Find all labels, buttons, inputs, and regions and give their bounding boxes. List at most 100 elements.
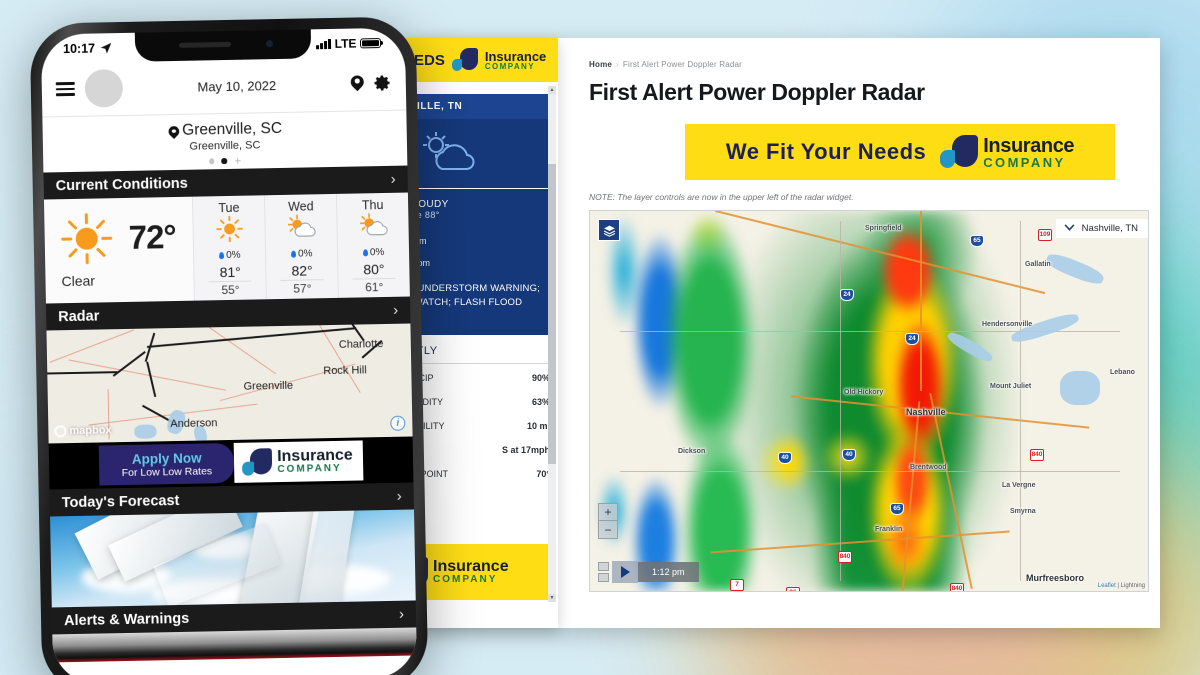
ad-slogan: We Fit Your Needs: [725, 139, 927, 164]
forecast-low: 55°: [208, 280, 253, 298]
ad-brand-name: Insurance: [983, 134, 1075, 157]
page-dot[interactable]: [209, 158, 215, 165]
apply-now-label: Apply Now: [131, 450, 202, 467]
midpage-bottom-brand: Insurance: [433, 558, 509, 575]
forecast-day-tue[interactable]: Tue 0% 81° 55°: [192, 195, 267, 301]
desktop-ad-banner[interactable]: We Fit Your Needs Insurance COMPANY: [685, 124, 1115, 180]
page-dot-active[interactable]: [221, 158, 228, 164]
detail-value: 10 mi: [526, 421, 550, 432]
scrollbar-thumb[interactable]: [548, 164, 556, 464]
route-shield: 840: [838, 551, 852, 563]
signal-bars-icon: [316, 38, 331, 49]
scroll-up-arrow[interactable]: ▲: [548, 86, 556, 94]
avatar[interactable]: [84, 68, 124, 108]
midpage-condition-text: PARTLY CLOUDY: [398, 199, 449, 210]
chevron-right-icon: ›: [390, 170, 396, 188]
phone-radar-map[interactable]: Greenville Charlotte Rock Hill Anderson …: [46, 323, 413, 444]
frame-loop-button[interactable]: [598, 573, 609, 582]
section-title: Radar: [58, 307, 100, 325]
map-label: Anderson: [170, 417, 218, 431]
radar-timestamp: 1:12 pm: [638, 562, 699, 582]
mapbox-attribution[interactable]: mapbox: [54, 424, 112, 438]
midpage-brand: Insurance: [484, 48, 547, 64]
forecast-day-thu[interactable]: Thu 0% 80° 61°: [336, 192, 410, 298]
forecast-high: 80°: [363, 260, 385, 278]
midpage-ad[interactable]: EEDS Insurance COMPANY: [398, 38, 558, 82]
sun-cloud-icon: [266, 213, 338, 247]
hamburger-menu-icon[interactable]: [55, 81, 75, 97]
map-attribution: Leaflet | Lightning: [1098, 583, 1145, 589]
route-shield: 109: [1038, 229, 1052, 241]
zoom-out-button[interactable]: −: [599, 521, 617, 538]
scroll-down-arrow[interactable]: ▼: [548, 594, 556, 602]
map-zoom-controls[interactable]: + −: [598, 503, 618, 539]
network-type: LTE: [334, 36, 357, 51]
radar-city-selector[interactable]: Nashville, TN: [1055, 219, 1148, 238]
midpage-brand-sub: COMPANY: [484, 61, 535, 71]
location-pin-icon: [168, 126, 176, 137]
sun-icon: [194, 214, 266, 248]
midpage-bottom-brand-sub: COMPANY: [433, 574, 498, 585]
midpage-condition: PARTLY CLOUDY Feels like 88°: [398, 189, 552, 230]
map-label: La Vergne: [1002, 482, 1036, 489]
zoom-in-button[interactable]: +: [599, 504, 617, 521]
route-shield: 24: [840, 289, 854, 301]
alerts-video-thumbnail[interactable]: [52, 627, 417, 663]
breadcrumb-home[interactable]: Home: [589, 60, 612, 69]
breadcrumb-separator: ›: [616, 60, 619, 69]
route-shield: 840: [950, 583, 964, 591]
phone-ad-brand-sub: COMPANY: [277, 462, 342, 476]
leaf-logo-icon: [940, 135, 979, 169]
frame-step-button[interactable]: [598, 562, 609, 571]
midpage-scrollbar[interactable]: ▲ ▼: [548, 86, 556, 602]
attribution-rest: | Lightning: [1115, 583, 1145, 589]
current-conditions-panel: 72° Clear Tue 0% 81° 55° Wed 0% 82° 57° Thu 0% 80°…: [43, 192, 410, 304]
map-water: [1060, 371, 1100, 405]
leaflet-link[interactable]: Leaflet: [1098, 583, 1116, 589]
radar-widget[interactable]: Nashville, TN + − 1:12 pm Leaflet | Ligh…: [589, 210, 1149, 592]
add-location-icon[interactable]: +: [234, 154, 241, 168]
current-now: 72° Clear: [44, 197, 194, 304]
map-label: Greenville: [243, 379, 294, 393]
forecast-days: Tue 0% 81° 55° Wed 0% 82° 57° Thu 0% 80° 61°: [192, 192, 410, 301]
phone-ad-banner[interactable]: Apply Now For Low Low Rates Insurance CO…: [48, 436, 414, 490]
water-drop-icon: [219, 252, 225, 260]
route-shield: 24: [905, 333, 919, 345]
map-label: Franklin: [875, 526, 903, 533]
app-toolbar: May 10, 2022: [41, 58, 406, 117]
midpage-city-row[interactable]: ✓ NASHVILLE, TN: [398, 94, 552, 119]
map-road-minor: [1020, 221, 1021, 581]
phone-screen: 10:17 LTE May 10, 2022 Greenville, SC Gr…: [40, 27, 418, 675]
map-road-minor: [840, 221, 841, 581]
midpage-feels-like: Feels like 88°: [398, 210, 440, 220]
radar-frame-buttons[interactable]: [598, 562, 609, 582]
location-block[interactable]: Greenville, SC Greenville, SC +: [42, 109, 408, 173]
map-road-minor: [620, 471, 1120, 472]
desktop-content: Home › First Alert Power Doppler Radar Fir…: [575, 38, 1160, 628]
forecast-high: 81°: [219, 263, 241, 281]
route-shield: 65: [890, 503, 904, 515]
route-shield: 7: [730, 579, 744, 591]
phone-body: 10:17 LTE May 10, 2022 Greenville, SC Gr…: [29, 16, 429, 675]
settings-gear-icon[interactable]: [374, 74, 392, 92]
route-shield: 840: [1030, 449, 1044, 461]
water-drop-icon: [362, 249, 368, 257]
chevron-right-icon: ›: [396, 487, 402, 505]
forecast-video-thumbnail[interactable]: [50, 509, 416, 608]
forecast-precip: 0%: [266, 248, 337, 260]
forecast-day-wed[interactable]: Wed 0% 82° 57°: [264, 193, 339, 300]
layers-icon[interactable]: [598, 219, 620, 241]
ad-brand-sub: COMPANY: [983, 154, 1066, 170]
radar-playback-bar[interactable]: 1:12 pm: [598, 561, 699, 583]
sun-cloud-icon: [422, 131, 475, 170]
info-icon[interactable]: i: [390, 415, 406, 431]
apply-now-button[interactable]: Apply Now For Low Low Rates: [98, 442, 235, 486]
route-shield: 96: [786, 587, 800, 591]
current-condition: Clear: [61, 272, 96, 290]
map-label: Brentwood: [910, 464, 947, 471]
forecast-low: 61°: [352, 277, 396, 295]
play-icon[interactable]: [612, 561, 638, 583]
map-label: Murfreesboro: [1026, 573, 1085, 583]
forecast-day-name: Thu: [361, 198, 384, 213]
location-pin-icon[interactable]: [351, 75, 364, 92]
